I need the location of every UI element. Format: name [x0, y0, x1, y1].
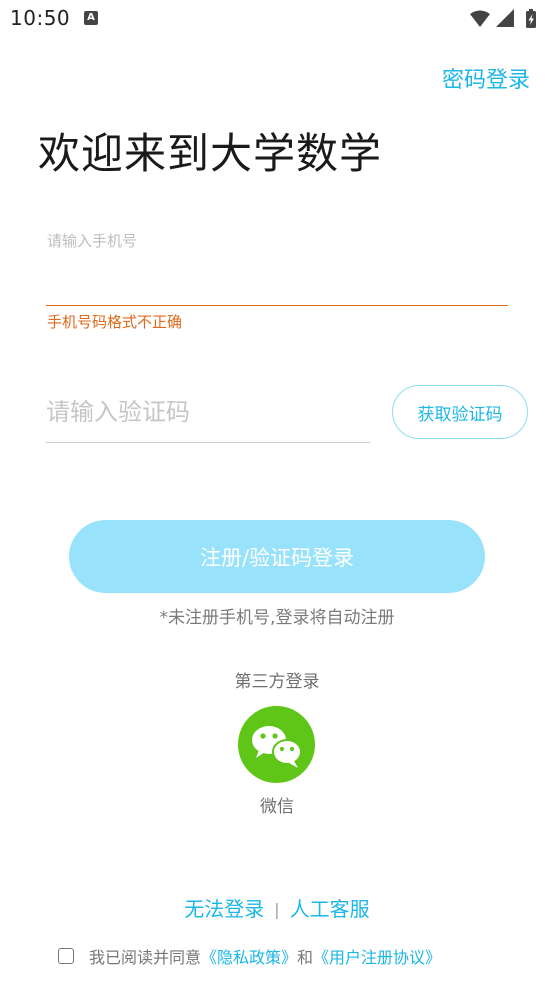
page-title: 欢迎来到大学数学 — [38, 129, 383, 178]
customer-service-link[interactable]: 人工客服 — [290, 897, 370, 921]
agreement-prefix: 我已阅读并同意 — [89, 948, 202, 967]
notification-icon: A — [84, 11, 98, 25]
footer-separator: | — [274, 900, 280, 919]
wifi-icon — [470, 10, 490, 27]
verification-code-input[interactable] — [46, 388, 366, 436]
wechat-login-button[interactable] — [238, 706, 315, 783]
signal-icon — [496, 9, 514, 27]
wechat-icon — [252, 726, 302, 768]
agreement-checkbox[interactable] — [58, 948, 74, 964]
wechat-label: 微信 — [260, 797, 294, 817]
footer-links: 无法登录 | 人工客服 — [0, 893, 554, 922]
verification-code-underline — [46, 442, 370, 443]
third-party-login-title: 第三方登录 — [234, 672, 320, 692]
privacy-policy-link[interactable]: 《隐私政策》 — [201, 944, 297, 968]
get-code-button[interactable]: 获取验证码 — [392, 385, 528, 439]
phone-input[interactable] — [46, 252, 508, 304]
password-login-link[interactable]: 密码登录 — [442, 62, 530, 94]
register-login-button[interactable]: 注册/验证码登录 — [69, 520, 485, 593]
cannot-login-link[interactable]: 无法登录 — [184, 897, 264, 921]
user-agreement-link[interactable]: 《用户注册协议》 — [313, 944, 441, 968]
phone-error-message: 手机号码格式不正确 — [47, 313, 183, 331]
status-bar: 10:50 A — [0, 0, 554, 38]
status-icons — [470, 9, 536, 28]
battery-charging-icon — [526, 9, 536, 28]
agreement-row: 我已阅读并同意 《隐私政策》 和 《用户注册协议》 — [58, 944, 441, 968]
auto-register-hint: *未注册手机号,登录将自动注册 — [159, 608, 395, 628]
status-time: 10:50 — [10, 6, 71, 30]
phone-field-label: 请输入手机号 — [47, 232, 138, 250]
agreement-and: 和 — [297, 948, 314, 967]
phone-input-underline — [46, 305, 508, 306]
